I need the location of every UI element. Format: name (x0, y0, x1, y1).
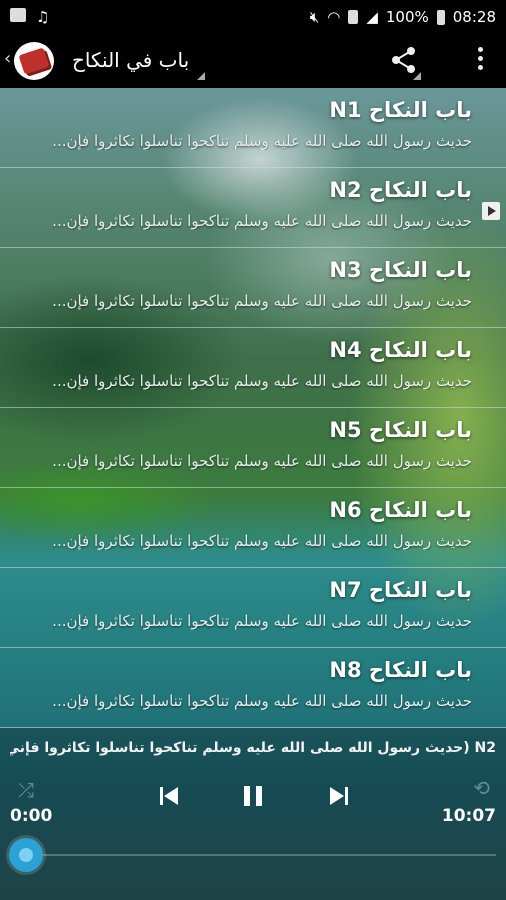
item-subtitle: حديث رسول الله صلى الله عليه وسلم تناكحو… (52, 212, 472, 230)
item-title: باب النكاح N2 (329, 178, 472, 202)
overflow-menu-icon[interactable] (478, 47, 484, 74)
list-item[interactable]: باب النكاح N7 حديث رسول الله صلى الله عل… (0, 568, 506, 648)
list-item[interactable]: باب النكاح N2 حديث رسول الله صلى الله عل… (0, 168, 506, 248)
item-subtitle: حديث رسول الله صلى الله عليه وسلم تناكحو… (52, 372, 472, 390)
back-icon[interactable]: ‹ (4, 48, 11, 69)
dropdown-indicator-icon (197, 72, 205, 80)
previous-track-button[interactable] (156, 783, 182, 809)
battery-icon (436, 9, 445, 25)
app-title[interactable]: باب في النكاح (72, 48, 189, 72)
total-duration: 10:07 (441, 806, 496, 826)
item-title: باب النكاح N7 (329, 578, 472, 602)
seek-thumb[interactable] (9, 838, 43, 872)
list-item[interactable]: باب النكاح N8 حديث رسول الله صلى الله عل… (0, 648, 506, 728)
seek-bar[interactable] (26, 854, 496, 856)
app-bar: ‹ باب في النكاح (0, 34, 506, 88)
elapsed-time: 0:00 (10, 806, 53, 826)
item-subtitle: حديث رسول الله صلى الله عليه وسلم تناكحو… (52, 532, 472, 550)
signal-icon: ◢ (366, 8, 378, 26)
sim-icon (348, 10, 359, 24)
item-title: باب النكاح N6 (329, 498, 472, 522)
item-title: باب النكاح N5 (329, 418, 472, 442)
hadith-list: باب النكاح N1 حديث رسول الله صلى الله عل… (0, 88, 506, 728)
pause-button[interactable] (240, 783, 266, 809)
mute-icon: 🔇︎ (309, 8, 320, 26)
shuffle-icon[interactable]: ⤮ (18, 778, 34, 802)
book-icon (18, 47, 50, 75)
item-subtitle: حديث رسول الله صلى الله عليه وسلم تناكحو… (52, 132, 472, 150)
battery-percent: 100% (385, 8, 429, 26)
item-subtitle: حديث رسول الله صلى الله عليه وسلم تناكحو… (52, 692, 472, 710)
share-icon[interactable] (390, 46, 418, 74)
share-dropdown-indicator-icon (413, 72, 421, 80)
music-note-icon: ♫ (36, 8, 50, 26)
status-bar: ♫ 🔇︎ ◠ ◢ 100% 08:28 (0, 0, 506, 34)
item-title: باب النكاح N3 (329, 258, 472, 282)
item-title: باب النكاح N1 (329, 98, 472, 122)
audio-player: N2 (حديث رسول الله صلى الله عليه وسلم تن… (0, 728, 506, 900)
now-playing-icon (482, 202, 500, 220)
list-item[interactable]: باب النكاح N4 حديث رسول الله صلى الله عل… (0, 328, 506, 408)
app-logo[interactable] (14, 42, 54, 80)
clock: 08:28 (452, 8, 496, 26)
item-subtitle: حديث رسول الله صلى الله عليه وسلم تناكحو… (52, 292, 472, 310)
wifi-icon: ◠ (327, 8, 341, 26)
item-subtitle: حديث رسول الله صلى الله عليه وسلم تناكحو… (52, 452, 472, 470)
repeat-icon[interactable]: ⟲ (473, 776, 490, 800)
now-playing-title: N2 (حديث رسول الله صلى الله عليه وسلم تن… (10, 740, 496, 756)
list-item[interactable]: باب النكاح N1 حديث رسول الله صلى الله عل… (0, 88, 506, 168)
list-item[interactable]: باب النكاح N5 حديث رسول الله صلى الله عل… (0, 408, 506, 488)
item-title: باب النكاح N4 (329, 338, 472, 362)
item-subtitle: حديث رسول الله صلى الله عليه وسلم تناكحو… (52, 612, 472, 630)
next-track-button[interactable] (326, 783, 352, 809)
gallery-icon (10, 8, 26, 22)
item-title: باب النكاح N8 (329, 658, 472, 682)
list-item[interactable]: باب النكاح N6 حديث رسول الله صلى الله عل… (0, 488, 506, 568)
list-item[interactable]: باب النكاح N3 حديث رسول الله صلى الله عل… (0, 248, 506, 328)
